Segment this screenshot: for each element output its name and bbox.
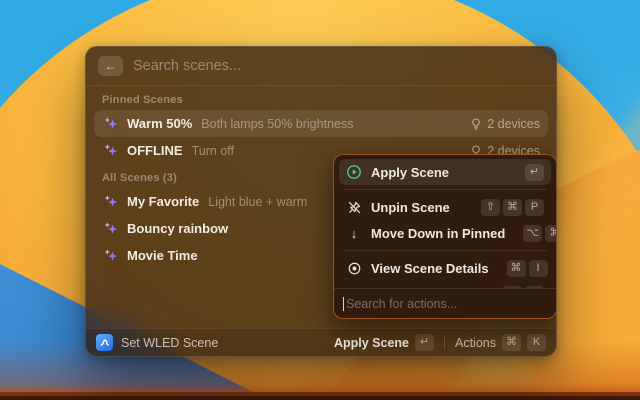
action-label: Move Down in Pinned — [371, 225, 506, 241]
cmd-key: ⌘ — [502, 334, 521, 351]
action-apply-scene[interactable]: Apply Scene ↵ — [339, 159, 551, 185]
option-key: ⌥ — [523, 224, 543, 242]
scene-title: Warm 50% — [127, 116, 193, 131]
sparkles-icon — [102, 116, 118, 132]
shortcut-keys: ⌥ ⌘ ↓ — [523, 224, 556, 242]
menu-divider — [343, 189, 547, 190]
scene-subtitle: Turn off — [191, 143, 234, 158]
screen: ← Pinned Scenes Warm 50% Both lamps 50% … — [0, 0, 640, 400]
wled-icon — [96, 334, 113, 351]
action-search-input[interactable] — [344, 296, 546, 311]
play-circle-icon — [346, 164, 362, 180]
action-label: Apply Scene — [371, 164, 450, 180]
text-caret — [343, 297, 344, 311]
scene-title: Bouncy rainbow — [127, 221, 229, 236]
lightbulb-icon — [469, 117, 482, 130]
device-accessory: 2 devices — [469, 117, 540, 131]
wallpaper-bottom-strip — [0, 384, 640, 400]
search-input[interactable] — [133, 58, 544, 74]
primary-action-button[interactable]: Apply Scene ↵ — [334, 334, 434, 351]
arrow-down-icon: ↓ — [350, 225, 358, 241]
cmd-key: ⌘ — [545, 224, 556, 242]
action-edit-scene[interactable]: Edit Scene ⌘ E — [339, 281, 551, 288]
sparkles-icon — [102, 248, 118, 264]
action-panel: Apply Scene ↵ Unpin Scene ⇧ ⌘ P ↓ Move D… — [333, 154, 556, 319]
back-button[interactable]: ← — [98, 56, 123, 76]
scene-subtitle: Light blue + warm — [208, 194, 308, 209]
actions-button[interactable]: Actions ⌘ K — [455, 334, 546, 351]
extension-name: Set WLED Scene — [121, 335, 219, 350]
shortcut-keys: ⇧ ⌘ P — [481, 198, 544, 216]
action-search-bar — [334, 288, 556, 318]
primary-action-label: Apply Scene — [333, 335, 409, 350]
status-bar: Set WLED Scene Apply Scene ↵ Actions ⌘ K — [86, 328, 556, 356]
action-list: Apply Scene ↵ Unpin Scene ⇧ ⌘ P ↓ Move D… — [334, 155, 556, 288]
return-key: ↵ — [415, 334, 434, 351]
sparkles-icon — [102, 194, 118, 210]
shortcut-keys: ↵ — [525, 163, 544, 181]
action-view-details[interactable]: View Scene Details ⌘ I — [339, 255, 551, 281]
footer-separator — [444, 336, 445, 349]
action-move-down[interactable]: ↓ Move Down in Pinned ⌥ ⌘ ↓ — [339, 220, 556, 246]
cmd-key: ⌘ — [503, 198, 522, 216]
raycast-window: ← Pinned Scenes Warm 50% Both lamps 50% … — [85, 46, 557, 357]
arrow-left-icon: ← — [104, 59, 117, 73]
scene-title: My Favorite — [127, 194, 200, 209]
target-icon — [346, 260, 362, 276]
scene-title: Movie Time — [127, 248, 198, 263]
sparkles-icon — [102, 143, 118, 159]
p-key: P — [525, 198, 544, 216]
i-key: I — [528, 259, 548, 277]
shortcut-keys: ⌘ I — [506, 259, 548, 277]
sparkles-icon — [102, 221, 118, 237]
action-label: View Scene Details — [371, 260, 489, 276]
actions-label: Actions — [455, 335, 496, 350]
menu-divider — [343, 250, 547, 251]
k-key: K — [527, 334, 546, 351]
action-label: Unpin Scene — [371, 199, 450, 215]
scene-subtitle: Both lamps 50% brightness — [201, 116, 354, 131]
cmd-key: ⌘ — [506, 259, 526, 277]
action-unpin-scene[interactable]: Unpin Scene ⇧ ⌘ P — [339, 194, 551, 220]
section-header-pinned: Pinned Scenes — [102, 94, 183, 106]
pin-slash-icon — [346, 199, 362, 215]
device-count: 2 devices — [487, 116, 540, 131]
return-key: ↵ — [525, 163, 544, 181]
search-header: ← — [86, 47, 556, 85]
list-item-warm-50[interactable]: Warm 50% Both lamps 50% brightness 2 dev… — [94, 110, 548, 137]
scene-title: OFFLINE — [127, 143, 183, 158]
shift-key: ⇧ — [481, 198, 500, 216]
